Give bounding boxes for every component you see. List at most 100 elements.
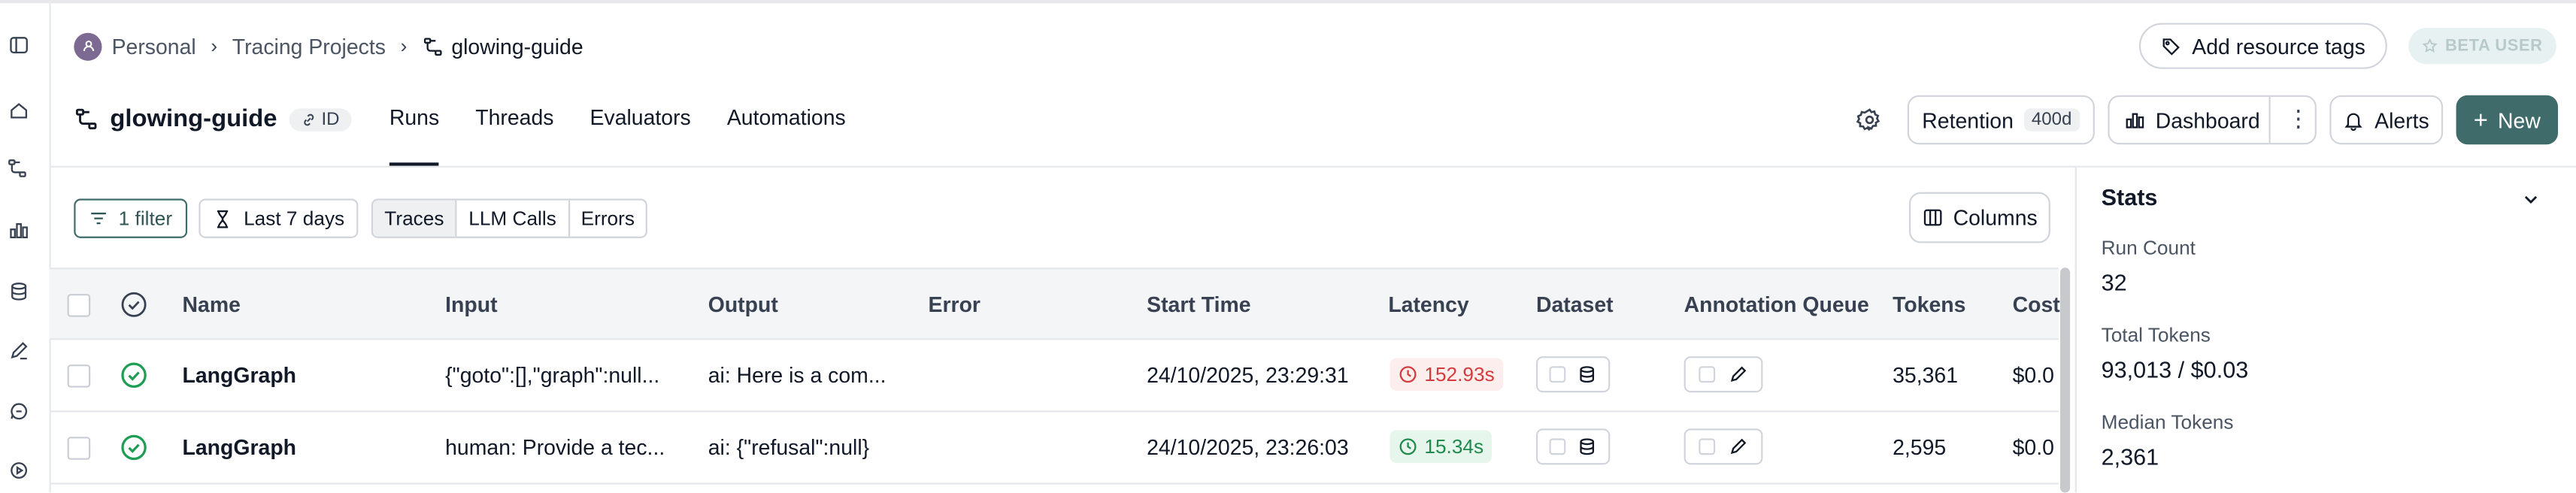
columns-button[interactable]: Columns	[1908, 192, 2050, 243]
database-icon	[1579, 366, 1594, 383]
chart-icon[interactable]	[7, 219, 30, 242]
tab-runs[interactable]: Runs	[389, 105, 440, 166]
segment-errors[interactable]: Errors	[568, 200, 646, 237]
run-output[interactable]: ai: Here is a com...	[708, 363, 886, 388]
project-id-button[interactable]: ID	[288, 107, 351, 131]
stat-value-total-tokens: 93,013 / $0.03	[2101, 356, 2249, 383]
chat-icon[interactable]	[7, 399, 30, 422]
dashboard-label: Dashboard	[2155, 107, 2260, 132]
tracing-icon[interactable]	[5, 156, 29, 180]
table-scrollbar[interactable]	[2059, 268, 2071, 493]
filter-label: 1 filter	[118, 207, 173, 230]
sidebar-toggle-icon[interactable]	[7, 33, 30, 56]
row-checkbox[interactable]	[67, 437, 91, 460]
tab-automations[interactable]: Automations	[727, 105, 846, 166]
add-to-annotation-queue-button[interactable]	[1683, 428, 1763, 465]
column-header-name[interactable]: Name	[183, 292, 241, 317]
new-button[interactable]: + New	[2456, 95, 2559, 145]
column-header-start-time[interactable]: Start Time	[1147, 292, 1250, 317]
add-to-dataset-button[interactable]	[1535, 428, 1611, 465]
gear-icon[interactable]	[1856, 107, 1883, 133]
alerts-button[interactable]: Alerts	[2329, 95, 2444, 145]
tab-threads[interactable]: Threads	[475, 105, 553, 166]
add-resource-tags-label: Add resource tags	[2192, 33, 2365, 59]
breadcrumb-project-label: glowing-guide	[451, 33, 583, 59]
column-header-error[interactable]: Error	[929, 292, 980, 317]
row-checkbox[interactable]	[1699, 366, 1716, 383]
row-checkbox[interactable]	[1550, 366, 1566, 383]
retention-button[interactable]: Retention 400d	[1907, 95, 2095, 145]
pen-icon[interactable]	[7, 338, 30, 361]
table-row[interactable]: LangGraph {"goto":[],"graph":null... ai:…	[49, 340, 2059, 413]
top-border	[0, 0, 2576, 4]
column-header-input[interactable]: Input	[445, 292, 497, 317]
bell-icon	[2345, 112, 2363, 131]
run-start-time: 24/10/2025, 23:29:31	[1147, 362, 1349, 388]
play-icon[interactable]	[7, 458, 30, 482]
hourglass-icon	[217, 209, 229, 228]
breadcrumb-project[interactable]: glowing-guide	[422, 34, 583, 59]
run-type-segmented-control: Traces LLM Calls Errors	[371, 198, 648, 238]
home-icon[interactable]	[7, 98, 30, 122]
button-divider	[2268, 96, 2271, 144]
stat-label-median-tokens: Median Tokens	[2101, 410, 2234, 434]
run-output[interactable]: ai: {"refusal":null}	[708, 435, 869, 460]
row-checkbox[interactable]	[1550, 438, 1566, 455]
date-range-button[interactable]: Last 7 days	[199, 198, 359, 238]
row-checkbox[interactable]	[67, 364, 91, 388]
edit-icon	[1730, 366, 1747, 383]
tracing-icon	[423, 37, 442, 55]
run-tokens: 35,361	[1893, 362, 1959, 388]
run-start-time: 24/10/2025, 23:26:03	[1147, 435, 1349, 460]
run-name[interactable]: LangGraph	[183, 363, 297, 388]
row-checkbox[interactable]	[1699, 438, 1716, 455]
runs-table: Name Input Output Error Start Time Laten…	[49, 268, 2060, 492]
edit-icon	[1730, 438, 1747, 455]
chevron-right-icon: ›	[211, 34, 218, 58]
dashboard-button[interactable]: Dashboard ⋮	[2108, 95, 2317, 145]
column-header-tokens[interactable]: Tokens	[1893, 292, 1965, 317]
tab-evaluators[interactable]: Evaluators	[590, 105, 691, 166]
latency-value: 15.34s	[1424, 435, 1484, 458]
breadcrumb-section[interactable]: Tracing Projects	[232, 34, 386, 59]
table-row[interactable]: LangGraph human: Provide a tec... ai: {"…	[49, 412, 2059, 485]
segment-traces[interactable]: Traces	[372, 200, 456, 237]
left-rail	[0, 3, 51, 493]
add-resource-tags-button[interactable]: Add resource tags	[2138, 23, 2387, 69]
tag-icon	[2163, 38, 2181, 55]
add-to-dataset-button[interactable]	[1535, 356, 1611, 393]
project-title-row: glowing-guide ID	[74, 105, 351, 133]
clock-icon	[1399, 438, 1417, 455]
stat-value-median-tokens: 2,361	[2101, 443, 2159, 470]
run-input[interactable]: human: Provide a tec...	[445, 435, 665, 460]
chart-icon	[2126, 112, 2144, 128]
database-icon	[1579, 438, 1594, 455]
retention-label: Retention	[1922, 107, 2014, 132]
columns-label: Columns	[1953, 205, 2038, 230]
column-header-output[interactable]: Output	[708, 292, 778, 317]
columns-icon	[1923, 209, 1942, 226]
check-circle-icon[interactable]	[120, 291, 148, 319]
filter-icon	[91, 212, 107, 225]
column-header-latency[interactable]: Latency	[1388, 292, 1468, 317]
run-input[interactable]: {"goto":[],"graph":null...	[445, 363, 659, 388]
new-label: New	[2498, 107, 2541, 132]
database-icon[interactable]	[7, 279, 30, 302]
breadcrumb: Personal › Tracing Projects › glowing-gu…	[74, 32, 583, 61]
breadcrumb-workspace[interactable]: Personal	[112, 34, 196, 59]
run-name[interactable]: LangGraph	[183, 435, 297, 460]
filter-button[interactable]: 1 filter	[74, 198, 188, 238]
page-title: glowing-guide	[110, 104, 277, 133]
segment-llm-calls[interactable]: LLM Calls	[455, 200, 568, 237]
stat-label-total-tokens: Total Tokens	[2101, 323, 2211, 347]
tracing-icon	[75, 108, 97, 130]
column-header-annotation-queue[interactable]: Annotation Queue	[1684, 292, 1869, 317]
more-options-icon[interactable]: ⋮	[2287, 107, 2311, 130]
retention-value: 400d	[2023, 108, 2080, 132]
select-all-checkbox[interactable]	[67, 294, 91, 317]
column-header-dataset[interactable]: Dataset	[1536, 292, 1614, 317]
add-to-annotation-queue-button[interactable]	[1683, 356, 1763, 393]
beta-user-label: BETA USER	[2444, 37, 2543, 56]
column-header-cost[interactable]: Cost	[2013, 292, 2060, 317]
chevron-down-icon[interactable]	[2520, 189, 2541, 210]
